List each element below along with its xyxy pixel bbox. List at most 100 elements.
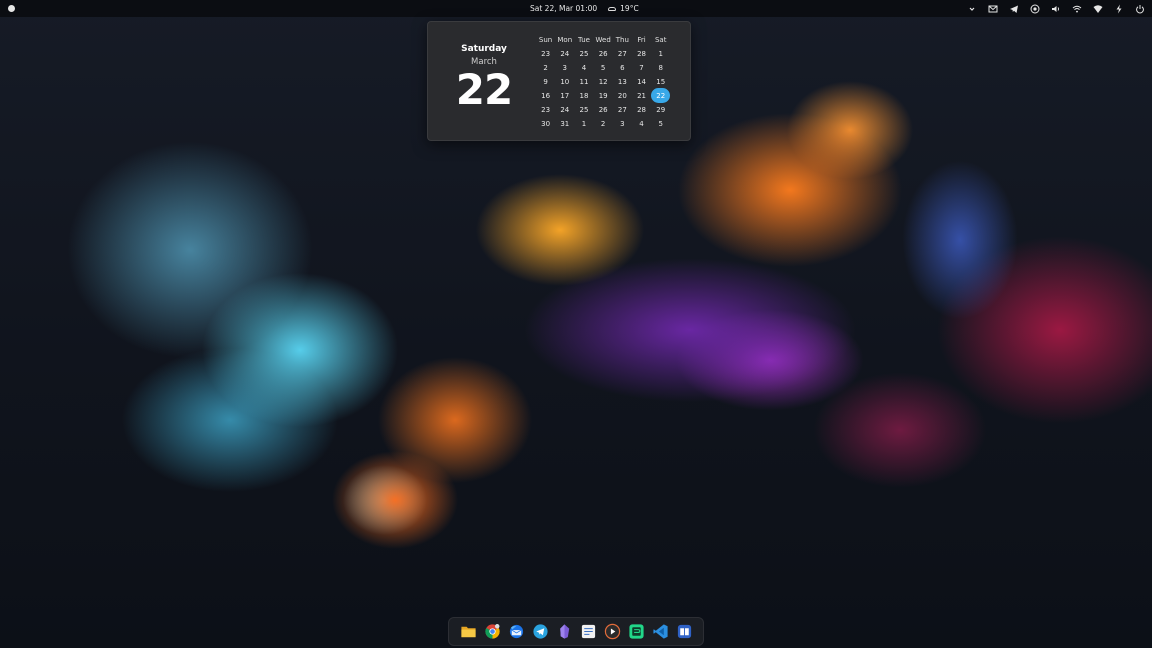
calendar-day[interactable]: 12	[594, 75, 613, 89]
top-bar: Sat 22, Mar 01:00 19°C	[0, 0, 1152, 17]
calendar-day[interactable]: 10	[555, 75, 574, 89]
calendar-day[interactable]: 6	[613, 61, 632, 75]
calendar-day-number: 23	[541, 106, 551, 114]
calendar-day-number: 1	[658, 50, 663, 58]
calendar-day-number: 7	[639, 64, 644, 72]
power-profile-icon[interactable]	[1113, 3, 1125, 15]
calendar-day-number: 4	[639, 120, 644, 128]
calendar-day-number: 5	[600, 64, 606, 72]
calendar-day[interactable]: 27	[613, 103, 632, 117]
calendar-day[interactable]: 27	[613, 47, 632, 61]
volume-icon[interactable]	[1050, 3, 1062, 15]
chevron-down-icon[interactable]	[966, 3, 978, 15]
files-icon[interactable]	[459, 623, 477, 641]
today-day-number: 22	[455, 65, 513, 114]
calendar-day-number: 23	[541, 50, 551, 58]
calendar-day[interactable]: 30	[536, 117, 555, 131]
calendar-day-number: 3	[562, 64, 568, 72]
calendar-day[interactable]: 15	[651, 75, 670, 89]
today-panel: Saturday March 22	[428, 44, 540, 111]
calendar-day-number: 28	[637, 106, 646, 114]
calendar-day[interactable]: 19	[594, 89, 613, 103]
clock-button[interactable]: Sat 22, Mar 01:00 19°C	[530, 0, 639, 17]
calendar-day[interactable]: 2	[536, 61, 555, 75]
power-icon[interactable]	[1134, 3, 1146, 15]
calendar-day-number: 13	[617, 78, 627, 86]
thunderbird-icon[interactable]	[507, 623, 525, 641]
email-icon[interactable]	[987, 3, 999, 15]
calendar-day[interactable]: 28	[632, 47, 651, 61]
calendar-popup: Saturday March 22 Sun Mon Tue Wed Thu Fri Sat 2…	[427, 21, 691, 141]
calendar-day-number: 19	[598, 92, 608, 100]
wifi-icon[interactable]	[1071, 3, 1083, 15]
calendar-day[interactable]: 21	[632, 89, 651, 103]
calendar-day-number: 20	[617, 92, 627, 100]
calendar-day[interactable]: 26	[594, 47, 613, 61]
calendar-day[interactable]: 23	[536, 47, 555, 61]
calendar-day[interactable]: 31	[555, 117, 574, 131]
calendar-day[interactable]: 14	[632, 75, 651, 89]
calendar-day[interactable]: 20	[613, 89, 632, 103]
calendar-day-number: 21	[637, 92, 646, 100]
activities-button[interactable]	[8, 5, 15, 12]
datetime-label: Sat 22, Mar 01:00	[530, 4, 598, 13]
calendar-day[interactable]: 13	[613, 75, 632, 89]
calendar-day[interactable]: 25	[574, 47, 593, 61]
calendar-day[interactable]: 1	[574, 117, 593, 131]
calendar-day[interactable]: 1	[651, 47, 670, 61]
calendar-day[interactable]: 3	[555, 61, 574, 75]
calendar-day[interactable]: 2	[594, 117, 613, 131]
calendar-day[interactable]: 5	[594, 61, 613, 75]
calendar-day[interactable]: 8	[651, 61, 670, 75]
chrome-icon[interactable]	[483, 623, 501, 641]
calendar-day-number: 4	[581, 64, 587, 72]
weekday-header: Thu	[615, 36, 629, 44]
calendar-day[interactable]: 4	[574, 61, 593, 75]
network-icon[interactable]	[1092, 3, 1104, 15]
calendar-day[interactable]: 29	[651, 103, 670, 117]
calendar-day-number: 15	[656, 78, 666, 86]
calendar-day[interactable]: 9	[536, 75, 555, 89]
pycharm-icon[interactable]	[627, 623, 645, 641]
obsidian-icon[interactable]	[555, 623, 573, 641]
calendar-day[interactable]: 3	[613, 117, 632, 131]
calendar-day-number: 17	[560, 92, 570, 100]
calendar-day[interactable]: 24	[555, 103, 574, 117]
calendar-day[interactable]: 23	[536, 103, 555, 117]
weekday-header: Mon	[557, 36, 573, 44]
reader-icon[interactable]	[675, 623, 693, 641]
calendar-day-number: 26	[598, 50, 608, 58]
calendar-day[interactable]: 16	[536, 89, 555, 103]
today-weekday: Saturday	[461, 44, 507, 54]
calendar-day[interactable]: 26	[594, 103, 613, 117]
calendar-day-today[interactable]: 22	[651, 88, 671, 103]
calendar-day-number: 24	[560, 106, 570, 114]
calendar-day[interactable]: 5	[651, 117, 670, 131]
calendar-day[interactable]: 7	[632, 61, 651, 75]
calendar-day-number: 3	[620, 120, 625, 128]
telegram-icon[interactable]	[531, 623, 549, 641]
text-editor-icon[interactable]	[579, 623, 597, 641]
calendar-day-number: 30	[541, 120, 551, 128]
weekday-header: Fri	[637, 36, 646, 44]
screen-record-icon[interactable]	[1029, 3, 1041, 15]
calendar-day[interactable]: 25	[574, 103, 593, 117]
calendar-day-number: 31	[560, 120, 570, 128]
calendar-day[interactable]: 17	[555, 89, 574, 103]
calendar-day-number: 1	[581, 120, 587, 128]
calendar-day[interactable]: 18	[574, 89, 593, 103]
calendar-day[interactable]: 4	[632, 117, 651, 131]
telegram-icon[interactable]	[1008, 3, 1020, 15]
calendar-day-number: 16	[541, 92, 551, 100]
month-grid: Sun Mon Tue Wed Thu Fri Sat 23 24 25 26 27 28 1 2 3 4 5 6 7…	[536, 33, 671, 131]
calendar-day-number: 6	[620, 64, 625, 72]
calendar-day[interactable]: 28	[632, 103, 651, 117]
calendar-day-number: 2	[600, 120, 606, 128]
calendar-day[interactable]: 24	[555, 47, 574, 61]
calendar-day-number: 24	[560, 50, 570, 58]
vscode-icon[interactable]	[651, 623, 669, 641]
calendar-day-number: 10	[560, 78, 570, 86]
calendar-day-number: 22	[656, 92, 666, 100]
calendar-day[interactable]: 11	[574, 75, 593, 89]
video-player-icon[interactable]	[603, 623, 621, 641]
